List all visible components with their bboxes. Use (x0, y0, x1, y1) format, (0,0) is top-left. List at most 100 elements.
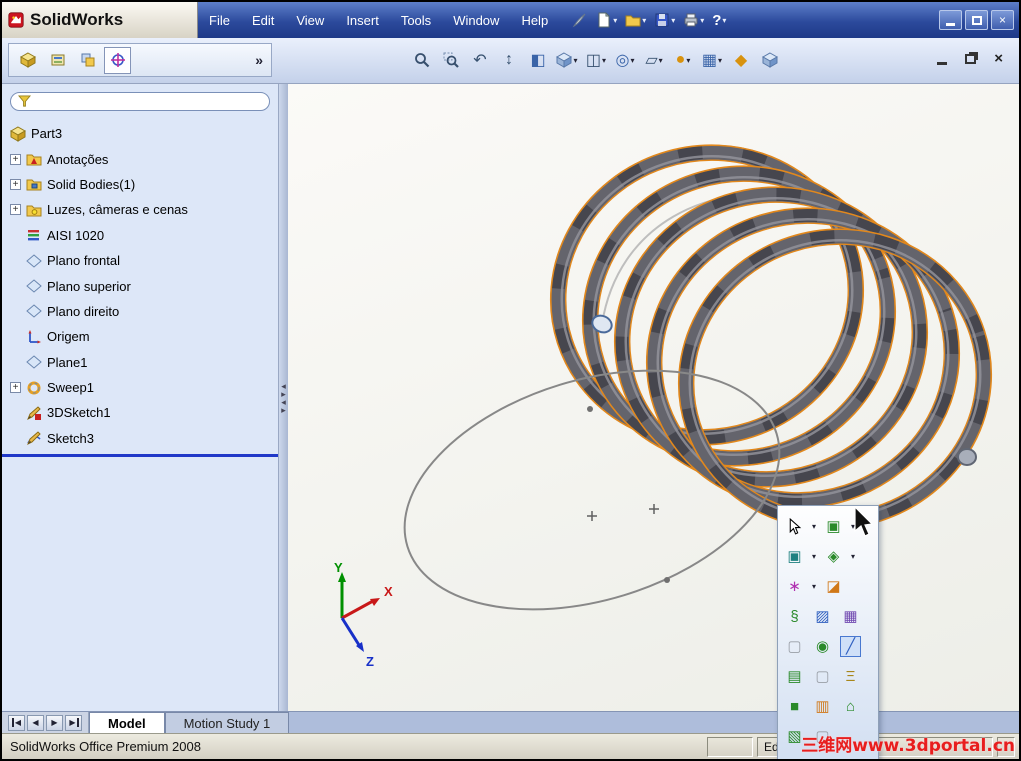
shortcut-3d-sketch-button[interactable]: ▨ (812, 606, 833, 627)
shortcut-box-button[interactable]: ▥ (812, 696, 833, 717)
shortcut-plane-button[interactable]: ■ (784, 696, 805, 717)
shortcut-measure-button[interactable]: ╱ (840, 635, 861, 657)
help-button[interactable]: ? ▾ (709, 7, 729, 33)
shortcut-trim-button[interactable]: ◪ (823, 576, 844, 597)
tree-item-solid-bodies[interactable]: + Solid Bodies(1) (2, 172, 278, 197)
caret-icon[interactable]: ▾ (573, 56, 577, 65)
caret-icon[interactable]: ▾ (851, 552, 855, 561)
zoom-to-area-button[interactable] (439, 45, 463, 75)
expand-toggle[interactable]: + (10, 153, 21, 165)
shortcut-mass-properties-button[interactable]: Ξ (840, 666, 861, 687)
tab-propertymanager[interactable] (44, 47, 71, 74)
tab-overflow-button[interactable]: » (255, 52, 266, 68)
assembly-view-button[interactable] (758, 45, 782, 75)
shortcut-helix-button[interactable]: § (784, 606, 805, 627)
tab-featuremanager[interactable] (14, 47, 41, 74)
tree-item-annotations[interactable]: + Anotações (2, 146, 278, 171)
tree-item-3dsketch1[interactable]: 3DSketch1 (2, 400, 278, 425)
shortcut-surface-button[interactable]: ◉ (812, 636, 833, 657)
previous-view-button[interactable]: ↶ (468, 45, 492, 75)
tree-item-front-plane[interactable]: Plano frontal (2, 248, 278, 273)
tab-dimxpertmanager[interactable] (104, 46, 131, 74)
close-button[interactable]: × (991, 10, 1014, 30)
sketch-center-marker[interactable] (587, 504, 659, 521)
caret-icon[interactable]: ▾ (718, 56, 722, 65)
sketch-point[interactable] (587, 406, 593, 412)
caret-icon[interactable]: ▾ (602, 56, 606, 65)
maximize-button[interactable] (965, 10, 988, 30)
graphics-viewport[interactable]: Y X Z (288, 84, 1019, 711)
tree-item-plane1[interactable]: Plane1 (2, 350, 278, 375)
panel-splitter[interactable]: ◂ ▸ ◂ ▸ (279, 84, 288, 711)
lights-button[interactable]: ◆ (729, 45, 753, 75)
scene-button[interactable]: ▦ ▾ (700, 45, 724, 75)
shortcut-select-group-button[interactable]: ▣ (823, 516, 844, 537)
caret-icon[interactable]: ▾ (671, 16, 675, 25)
splitter-expand-icon[interactable]: ▸ (281, 405, 286, 414)
caret-icon[interactable]: ▾ (613, 16, 617, 25)
document-close-icon[interactable]: × (994, 50, 1003, 67)
caret-icon[interactable]: ▾ (812, 522, 816, 531)
save-button[interactable]: ▾ (651, 7, 678, 33)
tree-item-part3[interactable]: Part3 (2, 121, 278, 146)
shortcut-appearance-button[interactable]: ▦ (840, 606, 861, 627)
tab-configurationmanager[interactable] (74, 47, 101, 74)
menu-edit[interactable]: Edit (241, 13, 285, 28)
caret-icon[interactable]: ▾ (659, 56, 663, 65)
tree-item-top-plane[interactable]: Plano superior (2, 273, 278, 298)
expand-toggle[interactable]: + (10, 382, 21, 394)
shortcut-dimension-button[interactable]: ∗ (784, 576, 805, 597)
filter-input[interactable] (36, 94, 262, 109)
menu-help[interactable]: Help (510, 13, 559, 28)
document-minimize-icon[interactable] (937, 61, 948, 65)
new-document-button[interactable]: ▾ (593, 7, 620, 33)
minimize-button[interactable] (939, 10, 962, 30)
pan-button[interactable]: ↕ (497, 45, 521, 75)
print-button[interactable]: ▾ (680, 7, 707, 33)
last-tab-button[interactable]: ▶ (65, 714, 82, 731)
tree-item-sketch3[interactable]: Sketch3 (2, 426, 278, 451)
expand-toggle[interactable]: + (10, 178, 21, 190)
hide-show-items-button[interactable]: ◎ ▾ (613, 45, 637, 75)
next-tab-button[interactable]: ▶ (46, 714, 63, 731)
view-orientation-button[interactable]: ▾ (555, 45, 579, 75)
caret-icon[interactable]: ▾ (812, 552, 816, 561)
menu-insert[interactable]: Insert (335, 13, 390, 28)
open-button[interactable]: ▾ (622, 7, 649, 33)
tab-model[interactable]: Model (89, 712, 165, 733)
caret-icon[interactable]: ▾ (700, 16, 704, 25)
document-restore-icon[interactable] (965, 53, 977, 64)
caret-icon[interactable]: ▾ (812, 582, 816, 591)
caret-icon[interactable]: ▾ (722, 16, 726, 25)
coil-end-cap[interactable] (957, 448, 977, 466)
shortcut-convert-entities-button[interactable]: ◈ (823, 546, 844, 567)
shortcut-home-button[interactable]: ⌂ (840, 696, 861, 717)
pen-button[interactable] (569, 7, 591, 33)
shadows-button[interactable]: ▱ ▾ (642, 45, 666, 75)
expand-toggle[interactable]: + (10, 204, 21, 216)
sketch-point[interactable] (664, 577, 670, 583)
menu-window[interactable]: Window (442, 13, 510, 28)
menu-tools[interactable]: Tools (390, 13, 442, 28)
section-view-button[interactable]: ◧ (526, 45, 550, 75)
caret-icon[interactable]: ▾ (630, 56, 634, 65)
shortcut-box-select-button[interactable]: ▣ (784, 546, 805, 567)
appearance-button[interactable]: ● ▾ (671, 45, 695, 75)
tree-item-sweep1[interactable]: + Sweep1 (2, 375, 278, 400)
tree-item-material[interactable]: AISI 1020 (2, 223, 278, 248)
shortcut-select-button[interactable] (784, 516, 805, 537)
rollback-bar[interactable] (2, 454, 278, 458)
display-style-button[interactable]: ◫ ▾ (584, 45, 608, 75)
shortcut-design-library-button[interactable]: ▤ (784, 666, 805, 687)
caret-icon[interactable]: ▾ (642, 16, 646, 25)
previous-tab-button[interactable]: ◀ (27, 714, 44, 731)
tree-item-right-plane[interactable]: Plano direito (2, 299, 278, 324)
tree-item-lights-cameras-scenes[interactable]: + Luzes, câmeras e cenas (2, 197, 278, 222)
tree-item-origin[interactable]: Origem (2, 324, 278, 349)
caret-icon[interactable]: ▾ (686, 56, 690, 65)
zoom-to-fit-button[interactable] (410, 45, 434, 75)
menu-view[interactable]: View (285, 13, 335, 28)
filter-bar[interactable] (10, 92, 270, 111)
tab-motion-study-1[interactable]: Motion Study 1 (164, 712, 290, 733)
menu-file[interactable]: File (198, 13, 241, 28)
